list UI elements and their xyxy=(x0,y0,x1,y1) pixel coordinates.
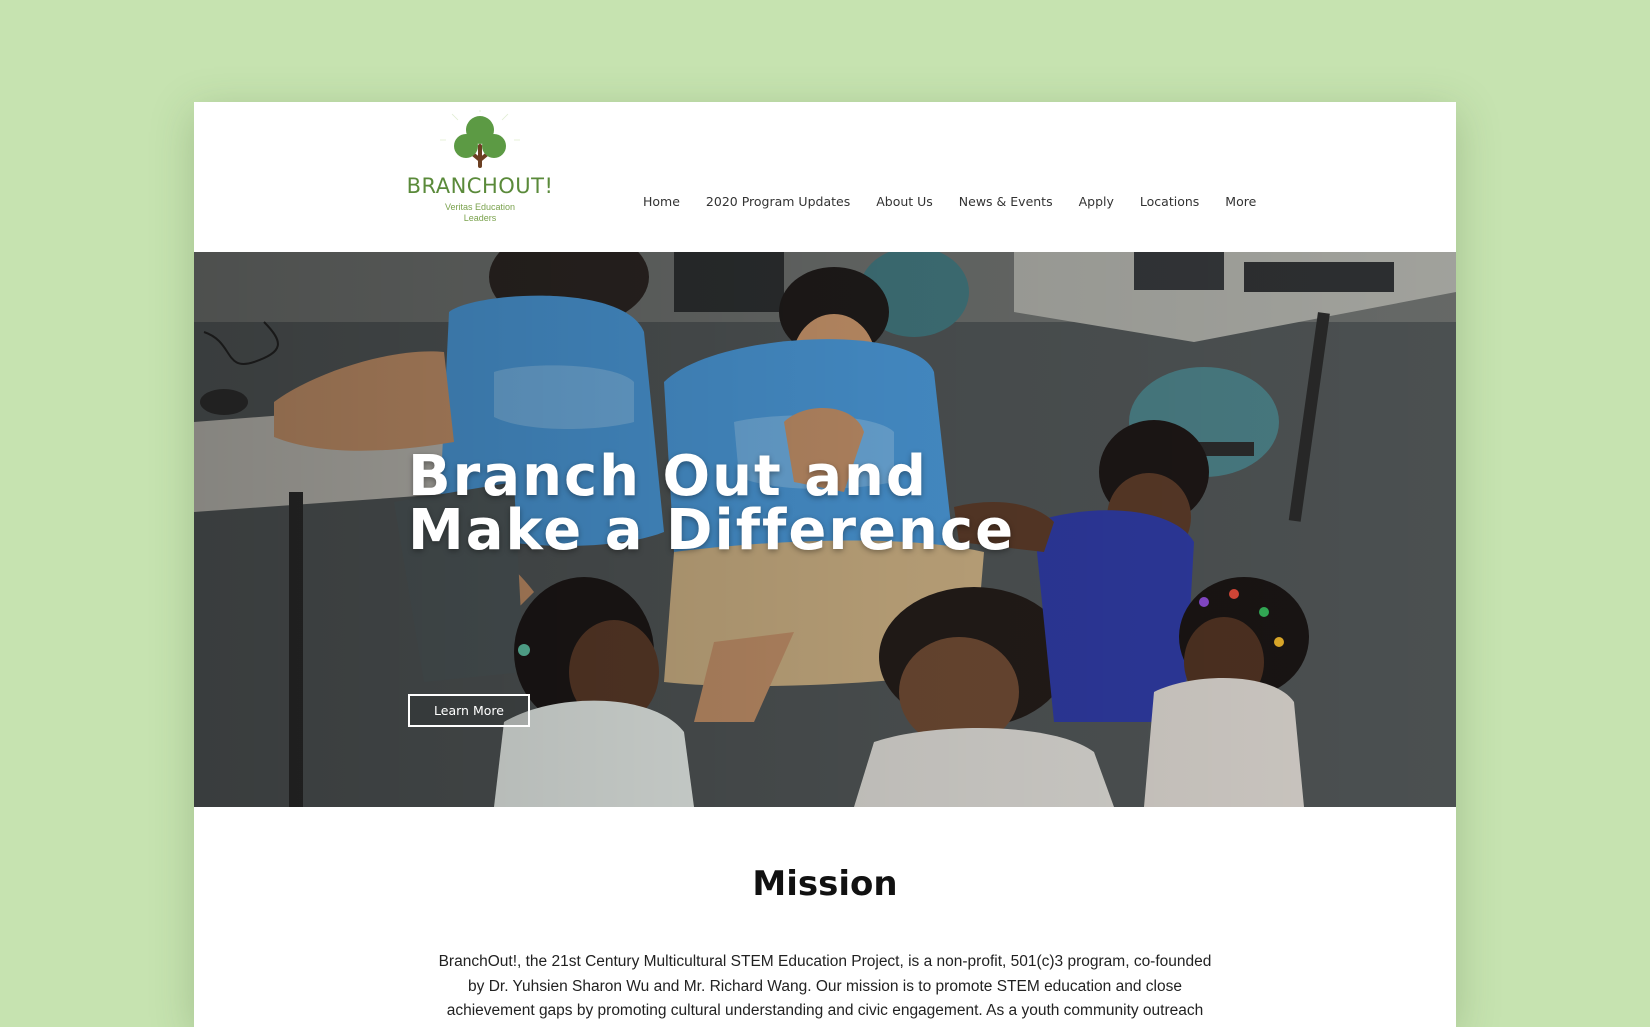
tree-icon xyxy=(440,110,520,168)
logo-title: BRANCHOUT! xyxy=(406,174,554,198)
nav-item-more[interactable]: More xyxy=(1212,194,1269,209)
nav-item-locations[interactable]: Locations xyxy=(1127,194,1212,209)
website-window: BRANCHOUT! Veritas Education Leaders Hom… xyxy=(194,102,1456,1027)
nav-item-about-us[interactable]: About Us xyxy=(863,194,946,209)
nav-item-apply[interactable]: Apply xyxy=(1066,194,1127,209)
site-logo[interactable]: BRANCHOUT! Veritas Education Leaders xyxy=(404,110,556,224)
hero-title: Branch Out and Make a Difference xyxy=(408,444,1016,563)
hero-section: Branch Out and Make a Difference Learn M… xyxy=(194,252,1456,807)
nav-item-home[interactable]: Home xyxy=(630,194,693,209)
logo-subtitle: Veritas Education Leaders xyxy=(444,202,516,223)
nav-item-program-updates[interactable]: 2020 Program Updates xyxy=(693,194,863,209)
learn-more-button[interactable]: Learn More xyxy=(408,694,530,727)
nav-item-news-events[interactable]: News & Events xyxy=(946,194,1066,209)
mission-section: Mission BranchOut!, the 21st Century Mul… xyxy=(194,807,1456,1024)
mission-title: Mission xyxy=(752,864,898,904)
main-nav: Home 2020 Program Updates About Us News … xyxy=(630,194,1269,209)
site-header: BRANCHOUT! Veritas Education Leaders Hom… xyxy=(194,102,1456,252)
mission-text: BranchOut!, the 21st Century Multicultur… xyxy=(438,953,1212,1019)
